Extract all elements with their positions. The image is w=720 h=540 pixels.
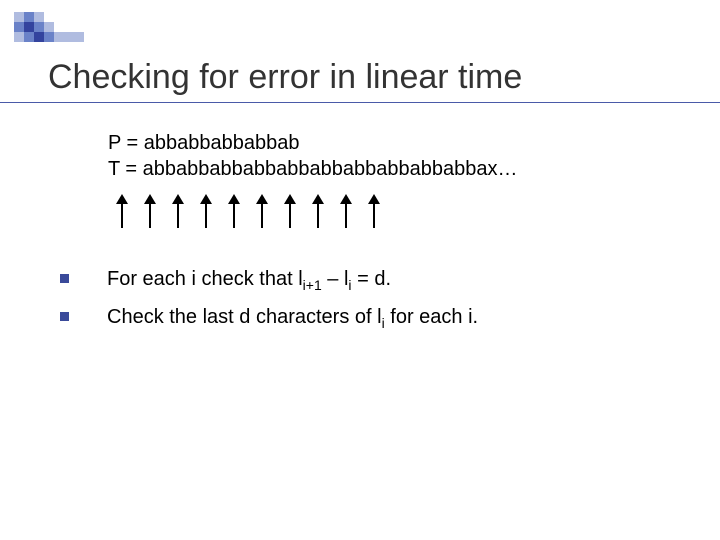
text-run: for each i. <box>385 306 478 328</box>
bullet-text: For each i check that li+1 – li = d. <box>107 266 391 298</box>
text-run: – l <box>322 268 349 290</box>
title-underline <box>0 102 720 103</box>
deco-square <box>54 12 64 22</box>
deco-square <box>44 22 54 32</box>
deco-square <box>34 32 44 42</box>
deco-square <box>14 12 24 22</box>
text-run: For each i check that l <box>107 268 303 290</box>
bullet-item: Check the last d characters of li for ea… <box>60 304 478 336</box>
up-arrow-icon <box>256 194 268 228</box>
deco-square <box>34 12 44 22</box>
t-label: T = <box>108 158 143 180</box>
deco-square <box>54 32 64 42</box>
deco-square <box>44 12 54 22</box>
deco-square <box>64 32 74 42</box>
deco-square <box>24 22 34 32</box>
up-arrow-icon <box>340 194 352 228</box>
bullet-item: For each i check that li+1 – li = d. <box>60 266 478 298</box>
up-arrow-icon <box>200 194 212 228</box>
deco-square <box>34 22 44 32</box>
text-run: Check the last d characters of l <box>107 306 382 328</box>
slide: Checking for error in linear time P = ab… <box>0 0 720 540</box>
p-value: abbabbabbabbab <box>144 132 300 154</box>
t-line: T = abbabbabbabbabbabbabbabbabbabbax… <box>108 156 517 182</box>
deco-square <box>44 32 54 42</box>
slide-title: Checking for error in linear time <box>48 58 522 97</box>
bullet-list: For each i check that li+1 – li = d. Chec… <box>60 266 478 342</box>
deco-square <box>74 32 84 42</box>
up-arrow-icon <box>116 194 128 228</box>
up-arrow-icon <box>172 194 184 228</box>
deco-square <box>24 32 34 42</box>
bullet-marker-icon <box>60 274 69 283</box>
bullet-marker-icon <box>60 312 69 321</box>
p-label: P = <box>108 132 144 154</box>
up-arrow-icon <box>284 194 296 228</box>
text-run: = d. <box>352 268 391 290</box>
deco-square <box>64 12 74 22</box>
deco-square <box>54 22 64 32</box>
p-line: P = abbabbabbabbab <box>108 130 517 156</box>
position-arrows <box>116 194 380 228</box>
up-arrow-icon <box>228 194 240 228</box>
deco-square <box>14 22 24 32</box>
deco-square <box>74 12 84 22</box>
subscript: i+1 <box>303 277 322 293</box>
deco-square <box>64 22 74 32</box>
definition-block: P = abbabbabbabbab T = abbabbabbabbabbab… <box>108 130 517 182</box>
up-arrow-icon <box>312 194 324 228</box>
corner-decoration <box>14 12 84 42</box>
up-arrow-icon <box>144 194 156 228</box>
deco-square <box>14 32 24 42</box>
bullet-text: Check the last d characters of li for ea… <box>107 304 478 336</box>
up-arrow-icon <box>368 194 380 228</box>
deco-square <box>74 22 84 32</box>
t-value: abbabbabbabbabbabbabbabbabbabbax… <box>143 158 518 180</box>
deco-square <box>24 12 34 22</box>
